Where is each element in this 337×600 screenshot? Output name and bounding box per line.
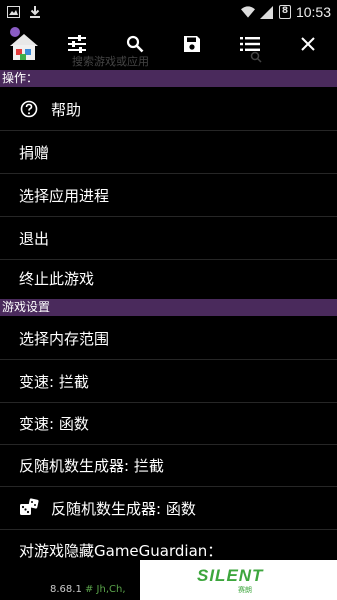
version-line: 8.68.1 # Jh,Ch, <box>50 584 126 595</box>
save-button[interactable] <box>164 24 222 68</box>
menu-item-select-process[interactable]: 选择应用进程 <box>0 174 337 216</box>
menu-item-label: 反随机数生成器: 函数 <box>51 499 196 518</box>
watermark-sub: 赛朗 <box>238 586 252 594</box>
download-icon <box>28 5 42 19</box>
home-app-icon <box>7 26 41 66</box>
menu-item-memory-range[interactable]: 选择内存范围 <box>0 317 337 359</box>
version-number: 8.68.1 <box>50 584 82 595</box>
status-bar: 8 10:53 <box>0 0 337 24</box>
menu-item-rng-function[interactable]: 反随机数生成器: 函数 <box>0 487 337 529</box>
save-icon <box>183 35 201 57</box>
menu-item-label: 选择内存范围 <box>19 329 110 348</box>
wifi-icon <box>240 5 255 19</box>
menu-item-rng-hook[interactable]: 反随机数生成器: 拦截 <box>0 444 337 486</box>
menu-item-label: 帮助 <box>51 100 82 119</box>
section-header-actions: 操作： <box>0 70 337 87</box>
version-comment: # Jh,Ch, <box>85 584 126 595</box>
search-placeholder: 搜索游戏或应用 <box>72 55 149 68</box>
menu-item-label: 终止此游戏 <box>19 269 95 288</box>
menu-item-label: 捐赠 <box>19 143 50 162</box>
menu-item-speedhack-function[interactable]: 变速: 函数 <box>0 402 337 444</box>
menu-item-help[interactable]: 帮助 <box>0 88 337 130</box>
search-hint-icon <box>250 51 262 66</box>
dice-icon <box>19 498 39 518</box>
menu-item-exit[interactable]: 退出 <box>0 217 337 259</box>
menu-item-label: 退出 <box>19 229 50 248</box>
image-notification-icon <box>6 5 20 19</box>
watermark-logo: SILENT <box>197 566 264 585</box>
battery-icon: 8 <box>278 5 291 19</box>
menu-item-speedhack-hook[interactable]: 变速: 拦截 <box>0 360 337 402</box>
menu-item-label: 变速: 拦截 <box>19 372 89 391</box>
menu-item-label: 反随机数生成器: 拦截 <box>19 456 164 475</box>
close-button[interactable] <box>279 24 337 68</box>
help-circle-icon <box>19 99 39 119</box>
toolbar <box>0 24 337 68</box>
menu-item-donate[interactable]: 捐赠 <box>0 131 337 173</box>
menu-item-kill-game[interactable]: 终止此游戏 <box>0 257 337 299</box>
menu-item-label: 选择应用进程 <box>19 186 110 205</box>
app-home-button[interactable] <box>0 24 48 68</box>
clock: 10:53 <box>295 4 331 20</box>
signal-icon <box>260 5 274 19</box>
section-header-game-settings: 游戏设置 <box>0 299 337 316</box>
menu-item-label: 变速: 函数 <box>19 414 89 433</box>
close-icon <box>300 36 316 56</box>
menu-item-label: 对游戏隐藏GameGuardian： <box>19 541 223 560</box>
